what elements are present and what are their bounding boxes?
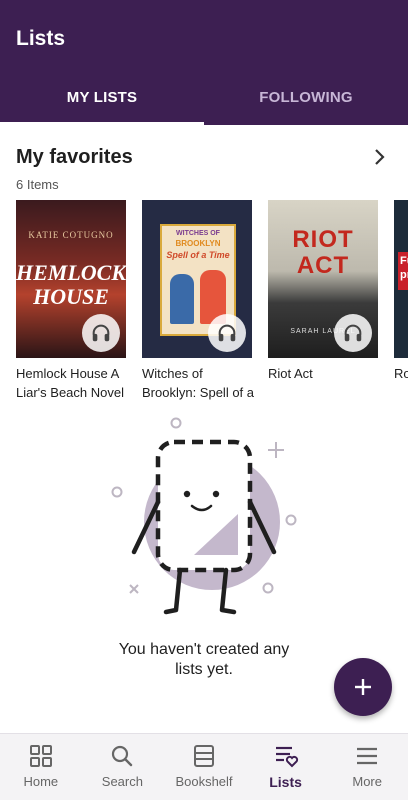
create-list-button[interactable]	[334, 658, 392, 716]
empty-state-line: You haven't created any	[118, 641, 290, 658]
nav-lists[interactable]: Lists	[245, 734, 327, 800]
nav-home[interactable]: Home	[0, 734, 82, 800]
cover-title: pre	[400, 269, 408, 281]
nav-label: Lists	[269, 774, 302, 790]
tab-following[interactable]: FOLLOWING	[204, 72, 408, 125]
book-cover: WITCHES OF BROOKLYN Spell of a Time	[142, 200, 252, 358]
cover-title: Fu	[400, 255, 408, 267]
nav-label: Search	[101, 774, 143, 789]
cover-title: WITCHES OF	[176, 230, 220, 237]
cover-title: RIOT	[292, 226, 354, 253]
bookshelf-icon	[193, 745, 214, 767]
cover-title: HEMLOCK	[16, 260, 126, 285]
cover-author: KATIE COTUGNO	[28, 230, 114, 240]
cover-title: Spell of a Time	[166, 250, 230, 260]
book-cover: RIOT ACT SARAH LAUREL	[268, 200, 378, 358]
headphones-icon	[218, 324, 236, 342]
audiobook-badge	[208, 314, 246, 352]
tab-bar: MY LISTS FOLLOWING	[0, 72, 408, 125]
home-grid-icon	[29, 745, 52, 767]
empty-lists-illustration	[111, 417, 297, 615]
list-title[interactable]: My favorites	[16, 146, 133, 169]
cover-title: HOUSE	[33, 284, 109, 309]
book-title: Hemlock House A Liar's Beach Novel	[16, 366, 124, 400]
nav-more[interactable]: More	[326, 734, 408, 800]
bottom-navigation: Home Search Bookshelf Lists More	[0, 733, 408, 800]
book-title: Riot Act	[268, 366, 313, 381]
tab-my-lists[interactable]: MY LISTS	[0, 72, 204, 125]
chevron-right-icon[interactable]	[370, 147, 390, 167]
cover-title: ACT	[296, 252, 350, 279]
book-title: Ro - F	[394, 366, 408, 381]
menu-icon	[357, 747, 378, 765]
nav-search[interactable]: Search	[82, 734, 164, 800]
book-card[interactable]: Fu pre Ro - F	[394, 200, 408, 404]
top-app-bar: Lists MY LISTS FOLLOWING	[0, 0, 408, 125]
book-carousel[interactable]: KATIE COTUGNO HEMLOCK HOUSE Hemlock Hous…	[16, 200, 408, 410]
book-card[interactable]: KATIE COTUGNO HEMLOCK HOUSE Hemlock Hous…	[16, 200, 126, 404]
headphones-icon	[92, 324, 110, 342]
nav-label: Home	[23, 774, 59, 789]
nav-label: Bookshelf	[175, 774, 233, 789]
book-cover: Fu pre	[394, 200, 408, 358]
book-card[interactable]: RIOT ACT SARAH LAUREL Riot Act	[268, 200, 378, 404]
book-card[interactable]: WITCHES OF BROOKLYN Spell of a Time Witc…	[142, 200, 254, 404]
plus-icon	[355, 679, 371, 695]
audiobook-badge	[82, 314, 120, 352]
page-title: Lists	[16, 27, 66, 50]
book-title: Witches of Brooklyn: Spell of a Time	[142, 366, 255, 400]
book-cover: KATIE COTUGNO HEMLOCK HOUSE	[16, 200, 126, 358]
cover-title: BROOKLYN	[175, 239, 221, 248]
list-item-count: 6 Items	[16, 177, 59, 192]
cover-figure	[170, 274, 194, 324]
nav-label: More	[352, 774, 382, 789]
nav-bookshelf[interactable]: Bookshelf	[163, 734, 245, 800]
cover-band: Fu pre	[398, 252, 408, 290]
audiobook-badge	[334, 314, 372, 352]
lists-heart-icon	[275, 746, 298, 768]
headphones-icon	[344, 324, 362, 342]
search-icon	[112, 745, 133, 767]
